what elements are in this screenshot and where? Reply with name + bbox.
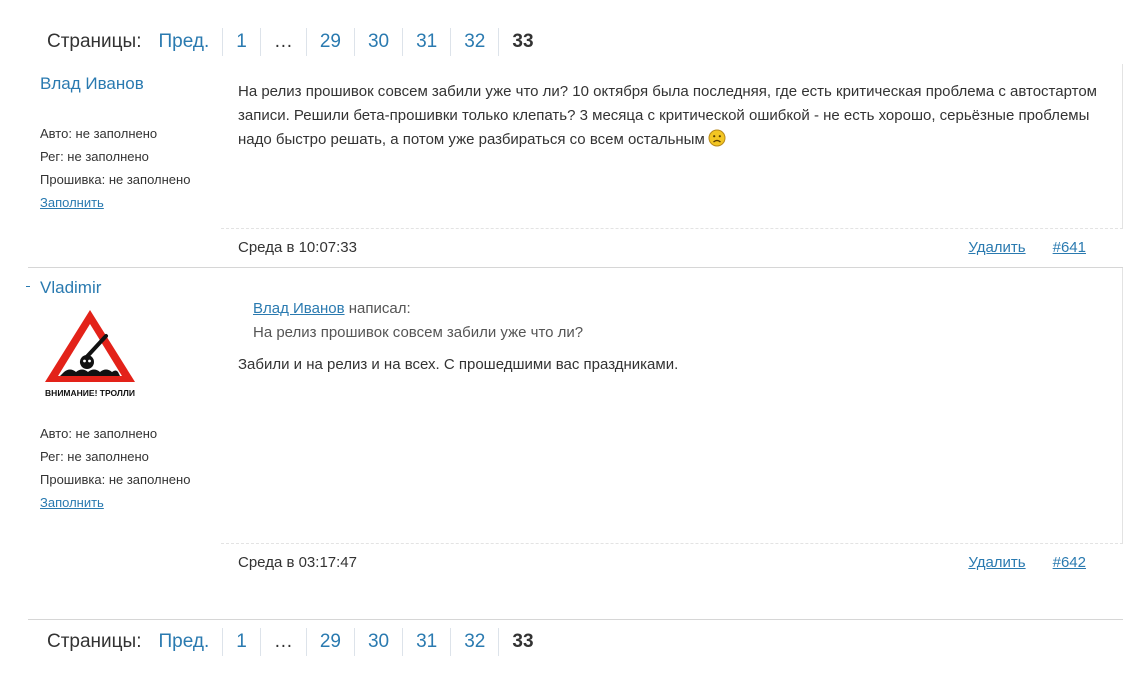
pagination-page-29[interactable]: 29 [307, 28, 355, 56]
forum-post-641: Влад Иванов Авто: не заполнено Рег: не з… [28, 64, 1123, 267]
post-text-container: На релиз прошивок совсем забили уже что … [238, 80, 1108, 155]
post-permalink[interactable]: #641 [1053, 239, 1086, 256]
quote-author-link[interactable]: Влад Иванов [253, 300, 345, 317]
pagination-page-31[interactable]: 31 [403, 28, 452, 56]
author-auto: Авто: не заполнено [40, 126, 158, 141]
pagination-prev-link[interactable]: Пред. [149, 628, 224, 656]
author-firmware: Прошивка: не заполнено [40, 172, 191, 187]
pagination-page-29[interactable]: 29 [307, 628, 355, 656]
pagination-page-32[interactable]: 32 [451, 628, 500, 656]
pagination-current-page: 33 [512, 31, 534, 52]
pagination-label: Страницы: [47, 631, 142, 652]
author-auto: Авто: не заполнено [40, 426, 158, 441]
pagination-current-page: 33 [512, 631, 534, 652]
post-text: На релиз прошивок совсем забили уже что … [238, 83, 1097, 148]
pagination-ellipsis: … [261, 628, 307, 656]
forum-post-642: Vladimir Авто: не заполнено Рег: не запо… [28, 268, 1123, 582]
post-actions: Удалить #641 [968, 239, 1086, 256]
pagination-page-32[interactable]: 32 [451, 28, 500, 56]
sad-face-icon [708, 129, 726, 155]
pagination-page-30[interactable]: 30 [355, 28, 404, 56]
quote-header: Влад Иванов написал: [253, 297, 583, 321]
posts-bottom-divider [28, 619, 1123, 620]
pagination-prev-link[interactable]: Пред. [149, 28, 224, 56]
post-footer-separator [221, 543, 1123, 544]
avatar-caption: ВНИМАНИЕ! ТРОЛЛИ [45, 388, 135, 398]
post-timestamp: Среда в 03:17:47 [238, 554, 357, 571]
post-body: На релиз прошивок совсем забили уже что … [221, 64, 1123, 228]
post-timestamp: Среда в 10:07:33 [238, 239, 357, 256]
author-firmware: Прошивка: не заполнено [40, 472, 191, 487]
troll-warning-sign-icon: ВНИМАНИЕ! ТРОЛЛИ [45, 310, 135, 398]
quote-block: Влад Иванов написал: На релиз прошивок с… [253, 297, 583, 345]
quote-text: На релиз прошивок совсем забили уже что … [253, 324, 584, 341]
post-author-panel: Влад Иванов Авто: не заполнено Рег: не з… [40, 74, 230, 214]
author-reg: Рег: не заполнено [40, 149, 149, 164]
troll-warning-avatar: ВНИМАНИЕ! ТРОЛЛИ [40, 304, 140, 404]
post-text: Забили и на релиз и на всех. С прошедшим… [238, 356, 679, 373]
post-body: Влад Иванов написал: На релиз прошивок с… [221, 268, 1123, 543]
author-name-link[interactable]: Vladimir [40, 278, 230, 298]
post-footer-separator [221, 228, 1123, 229]
pagination-page-30[interactable]: 30 [355, 628, 404, 656]
pagination-page-1[interactable]: 1 [223, 28, 261, 56]
delete-post-link[interactable]: Удалить [968, 554, 1025, 571]
pagination-page-31[interactable]: 31 [403, 628, 452, 656]
post-permalink[interactable]: #642 [1053, 554, 1086, 571]
author-meta-block: Авто: не заполнено Рег: не заполнено Про… [40, 422, 230, 514]
pagination-top: Страницы: Пред. 1 … 29 30 31 32 33 [47, 27, 547, 57]
pagination-ellipsis: … [261, 28, 307, 56]
delete-post-link[interactable]: Удалить [968, 239, 1025, 256]
author-name-link[interactable]: Влад Иванов [40, 74, 230, 94]
fill-profile-link[interactable]: Заполнить [40, 495, 104, 510]
fill-profile-link[interactable]: Заполнить [40, 195, 104, 210]
pagination-label: Страницы: [47, 31, 142, 52]
author-reg: Рег: не заполнено [40, 449, 149, 464]
pagination-bottom: Страницы: Пред. 1 … 29 30 31 32 33 [47, 627, 547, 657]
quote-wrote-label: написал: [348, 300, 411, 317]
pagination-page-1[interactable]: 1 [223, 628, 261, 656]
post-actions: Удалить #642 [968, 554, 1086, 571]
